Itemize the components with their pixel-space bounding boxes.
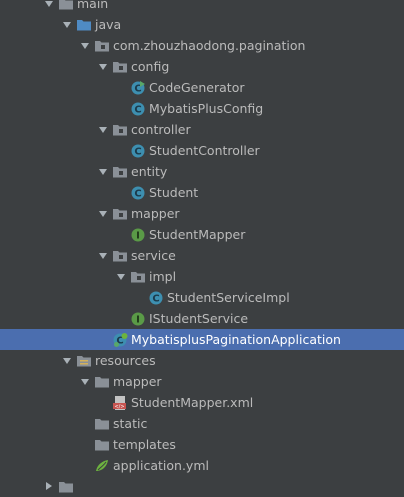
interface-icon: I [130, 311, 146, 327]
package-icon [112, 122, 128, 138]
resources-folder-icon [76, 353, 92, 369]
chevron-down-icon[interactable] [99, 253, 107, 259]
class-icon: C [130, 101, 146, 117]
class-icon: C [130, 143, 146, 159]
folder-icon [94, 437, 110, 453]
chevron-down-icon[interactable] [117, 274, 125, 280]
class-icon: C [148, 290, 164, 306]
tree-item[interactable]: config [0, 56, 404, 77]
tree-item-label: IStudentService [149, 311, 249, 326]
tree-item[interactable]: I StudentMapper [0, 224, 404, 245]
tree-item[interactable]: resources [0, 350, 404, 371]
svg-text:C: C [134, 189, 141, 200]
svg-text:C: C [134, 147, 141, 158]
tree-item-label: templates [113, 437, 176, 452]
tree-item-label: StudentController [149, 143, 260, 158]
tree-item[interactable]: mapper [0, 203, 404, 224]
tree-item[interactable]: </> StudentMapper.xml [0, 392, 404, 413]
svg-text:C: C [134, 105, 141, 116]
tree-item-label: CodeGenerator [149, 80, 245, 95]
tree-item-label: com.zhouzhaodong.pagination [113, 38, 306, 53]
tree-item[interactable]: impl [0, 266, 404, 287]
tree-item[interactable]: com.zhouzhaodong.pagination [0, 35, 404, 56]
tree-item[interactable]: templates [0, 434, 404, 455]
chevron-down-icon[interactable] [99, 211, 107, 217]
chevron-down-icon[interactable] [99, 127, 107, 133]
chevron-right-icon[interactable] [46, 482, 52, 490]
tree-item-label: StudentMapper [149, 227, 246, 242]
source-folder-icon [76, 17, 92, 33]
tree-item-label: mapper [131, 206, 180, 221]
tree-item[interactable]: C Student [0, 182, 404, 203]
folder-icon [94, 374, 110, 390]
folder-icon [94, 416, 110, 432]
tree-item[interactable]: application.yml [0, 455, 404, 476]
package-icon [112, 248, 128, 264]
tree-item[interactable]: static [0, 413, 404, 434]
yml-file-icon [94, 458, 110, 474]
tree-item-label: config [131, 59, 170, 74]
tree-item[interactable]: C MybatisplusPaginationApplication [0, 329, 404, 350]
tree-item[interactable]: entity [0, 161, 404, 182]
tree-item-label: mapper [113, 374, 162, 389]
tree-item-label: resources [95, 353, 156, 368]
tree-item[interactable]: C CodeGenerator [0, 77, 404, 98]
svg-text:I: I [136, 315, 140, 326]
tree-item-label: Student [149, 185, 199, 200]
tree-item[interactable]: controller [0, 119, 404, 140]
svg-text:</>: </> [114, 404, 124, 410]
tree-item-label: service [131, 248, 176, 263]
tree-item-label: application.yml [113, 458, 209, 473]
tree-item-label: MybatisplusPaginationApplication [131, 332, 341, 347]
chevron-down-icon[interactable] [99, 169, 107, 175]
chevron-down-icon[interactable] [63, 358, 71, 364]
package-icon [130, 269, 146, 285]
chevron-down-icon[interactable] [63, 22, 71, 28]
chevron-down-icon[interactable] [81, 43, 89, 49]
package-icon [94, 38, 110, 54]
tree-item[interactable]: java [0, 14, 404, 35]
tree-item-label: StudentServiceImpl [167, 290, 290, 305]
folder-icon [58, 0, 74, 12]
class-icon: C [130, 185, 146, 201]
tree-item-label: controller [131, 122, 191, 137]
tree-item-label: impl [149, 269, 177, 284]
svg-text:C: C [152, 294, 159, 305]
tree-item[interactable]: C MybatisPlusConfig [0, 98, 404, 119]
tree-item[interactable]: I IStudentService [0, 308, 404, 329]
tree-item-label: main [77, 0, 109, 11]
package-icon [112, 206, 128, 222]
svg-text:I: I [136, 231, 140, 242]
tree-item[interactable]: main [0, 0, 404, 14]
tree-item-label: entity [131, 164, 168, 179]
tree-item-label: java [95, 17, 122, 32]
tree-item-label: static [113, 416, 148, 431]
tree-item[interactable] [0, 476, 404, 497]
runnable-class-icon: C [130, 80, 146, 96]
tree-item-label: MybatisPlusConfig [149, 101, 264, 116]
package-icon [112, 164, 128, 180]
interface-icon: I [130, 227, 146, 243]
tree-item[interactable]: mapper [0, 371, 404, 392]
xml-file-icon: </> [112, 395, 128, 411]
package-icon [112, 59, 128, 75]
chevron-down-icon[interactable] [99, 64, 107, 70]
tree-item-label: StudentMapper.xml [131, 395, 254, 410]
folder-icon [58, 479, 74, 495]
tree-item[interactable]: C StudentController [0, 140, 404, 161]
project-tree: main java com.zhouzhaodong.pagination confi… [0, 0, 404, 497]
tree-item[interactable]: C StudentServiceImpl [0, 287, 404, 308]
chevron-down-icon[interactable] [45, 1, 53, 7]
spring-boot-class-icon: C [112, 332, 128, 348]
chevron-down-icon[interactable] [81, 379, 89, 385]
tree-item[interactable]: service [0, 245, 404, 266]
